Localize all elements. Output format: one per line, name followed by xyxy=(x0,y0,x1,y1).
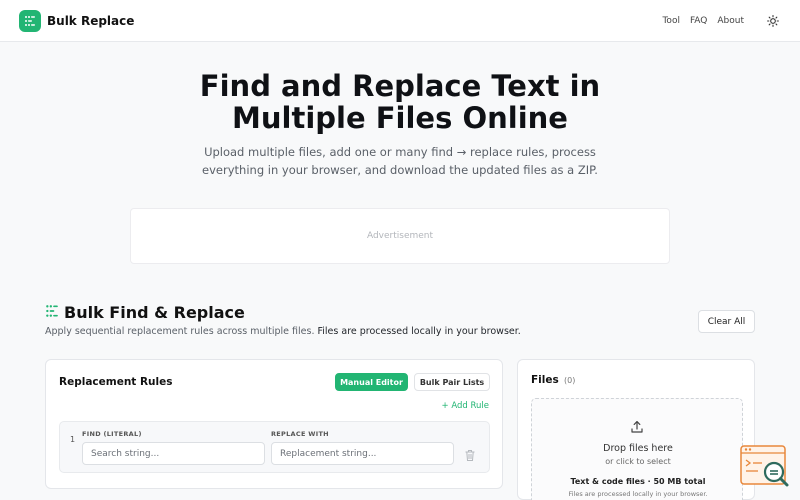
nav-link-tool[interactable]: Tool xyxy=(662,16,679,26)
manual-editor-tab[interactable]: Manual Editor xyxy=(335,373,408,391)
file-dropzone[interactable]: Drop files here or click to select Text … xyxy=(531,398,743,500)
rules-title: Replacement Rules xyxy=(59,376,173,388)
page-subtitle-line-2: everything in your browser, and download… xyxy=(202,163,598,177)
replace-tool-icon xyxy=(45,303,59,322)
files-card: Files (0) Drop files here or click to se… xyxy=(517,359,755,500)
dropzone-title: Drop files here xyxy=(603,443,673,454)
tool-description-local-note: Files are processed locally in your brow… xyxy=(317,326,521,337)
tool-heading: Bulk Find & Replace xyxy=(45,303,245,322)
top-bar: Bulk Replace Tool FAQ About xyxy=(0,0,800,42)
bulk-pair-lists-tab[interactable]: Bulk Pair Lists xyxy=(414,373,490,391)
clear-all-button[interactable]: Clear All xyxy=(698,310,755,333)
replacement-rules-card: Replacement Rules Manual Editor Bulk Pai… xyxy=(45,359,503,489)
replace-label: REPLACE WITH xyxy=(271,430,329,438)
nav-link-about[interactable]: About xyxy=(717,16,744,26)
local-processing-note: Files are processed locally in your brow… xyxy=(568,490,708,498)
page-title-line-2: Multiple Files Online xyxy=(232,101,568,135)
files-count: (0) xyxy=(564,376,576,385)
page-title-line-1: Find and Replace Text in xyxy=(199,69,601,103)
sun-icon[interactable] xyxy=(766,14,780,28)
find-label: FIND (LITERAL) xyxy=(82,430,142,438)
nav-link-faq[interactable]: FAQ xyxy=(690,16,707,26)
upload-icon xyxy=(630,419,644,433)
rule-row: 1 FIND (LITERAL) REPLACE WITH xyxy=(59,421,490,473)
page-subtitle-line-1: Upload multiple files, add one or many f… xyxy=(204,145,596,159)
file-limit-text: Text & code files · 50 MB total xyxy=(570,477,706,486)
dropzone-hint: or click to select xyxy=(605,457,671,466)
files-title: Files xyxy=(531,374,559,386)
floating-search-widget-icon[interactable] xyxy=(740,445,790,490)
brand-name[interactable]: Bulk Replace xyxy=(47,14,134,28)
rule-number: 1 xyxy=(70,435,76,444)
replace-logo-icon[interactable] xyxy=(19,9,41,32)
add-rule-button[interactable]: + Add Rule xyxy=(442,401,490,411)
advertisement-label: Advertisement xyxy=(366,231,434,241)
page-title: Find and Replace Text in Multiple Files … xyxy=(0,70,800,134)
trash-icon[interactable] xyxy=(464,447,476,461)
find-input[interactable] xyxy=(82,442,265,465)
replace-input[interactable] xyxy=(271,442,454,465)
tool-description-text: Apply sequential replacement rules acros… xyxy=(45,326,315,337)
advertisement-slot: Advertisement xyxy=(130,208,670,264)
page-subtitle: Upload multiple files, add one or many f… xyxy=(180,143,620,179)
main-nav: Tool FAQ About xyxy=(652,0,780,42)
tool-description: Apply sequential replacement rules acros… xyxy=(45,326,521,337)
tool-title: Bulk Find & Replace xyxy=(64,303,245,322)
